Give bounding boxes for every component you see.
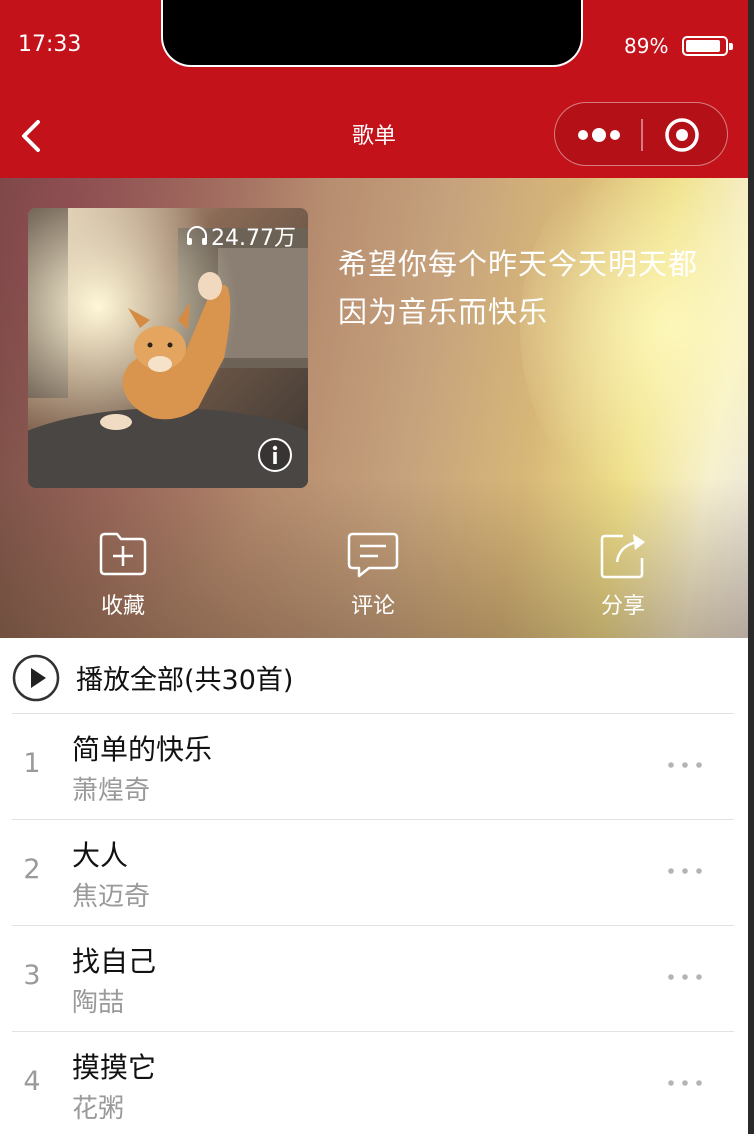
more-menu-icon[interactable] [573,117,643,153]
song-row[interactable]: 4 摸摸它 花粥 [0,1032,748,1134]
playlist-header: 24.77万 希望你每个昨天今天明天都因为音乐而快乐 收藏 评论 分享 [0,178,748,638]
song-row[interactable]: 1 简单的快乐 萧煌奇 [0,714,748,820]
top-bar: 17:33 89% 歌单 [0,0,748,178]
comment-icon [347,532,399,578]
song-title: 找自己 [72,945,157,978]
song-index: 2 [23,854,41,885]
song-row[interactable]: 2 大人 焦迈奇 [0,820,748,926]
song-more-icon[interactable] [660,856,710,886]
song-title: 简单的快乐 [72,733,213,766]
song-more-icon[interactable] [660,750,710,780]
song-artist: 陶喆 [72,988,125,1018]
close-miniprogram-icon[interactable] [663,116,701,154]
song-artist: 萧煌奇 [72,776,151,806]
status-time: 17:33 [18,32,82,57]
play-all-button[interactable]: 播放全部(共30首) [0,638,748,714]
battery-icon [682,36,733,56]
play-circle-icon [12,654,60,702]
song-more-icon[interactable] [660,962,710,992]
folder-plus-icon [99,532,147,576]
capsule-divider [641,119,643,151]
screen-edge [748,0,754,1134]
play-count-value: 24.77万 [211,226,296,251]
headphones-icon [187,226,208,245]
battery-percent: 89% [624,34,669,58]
song-index: 4 [23,1066,41,1097]
song-artist: 花粥 [72,1094,125,1124]
play-count: 24.77万 [185,220,296,252]
playlist-cover[interactable]: 24.77万 [28,208,308,488]
favorite-label: 收藏 [100,594,145,619]
playlist-description: 希望你每个昨天今天明天都因为音乐而快乐 [338,247,699,329]
song-more-icon[interactable] [660,1068,710,1098]
device-notch [161,0,583,67]
song-title: 大人 [72,839,129,872]
comment-label: 评论 [350,594,395,619]
mini-program-capsule [554,102,728,166]
share-icon [600,534,645,579]
song-index: 3 [23,960,41,991]
song-row[interactable]: 3 找自己 陶喆 [0,926,748,1032]
share-button[interactable]: 分享 [563,528,683,620]
song-artist: 焦迈奇 [72,882,151,912]
info-icon[interactable] [256,436,294,474]
share-label: 分享 [600,594,645,619]
song-title: 摸摸它 [72,1051,157,1084]
song-index: 1 [23,748,41,779]
play-all-label: 播放全部(共30首) [76,665,294,696]
favorite-button[interactable]: 收藏 [63,528,183,620]
comment-button[interactable]: 评论 [313,528,433,620]
